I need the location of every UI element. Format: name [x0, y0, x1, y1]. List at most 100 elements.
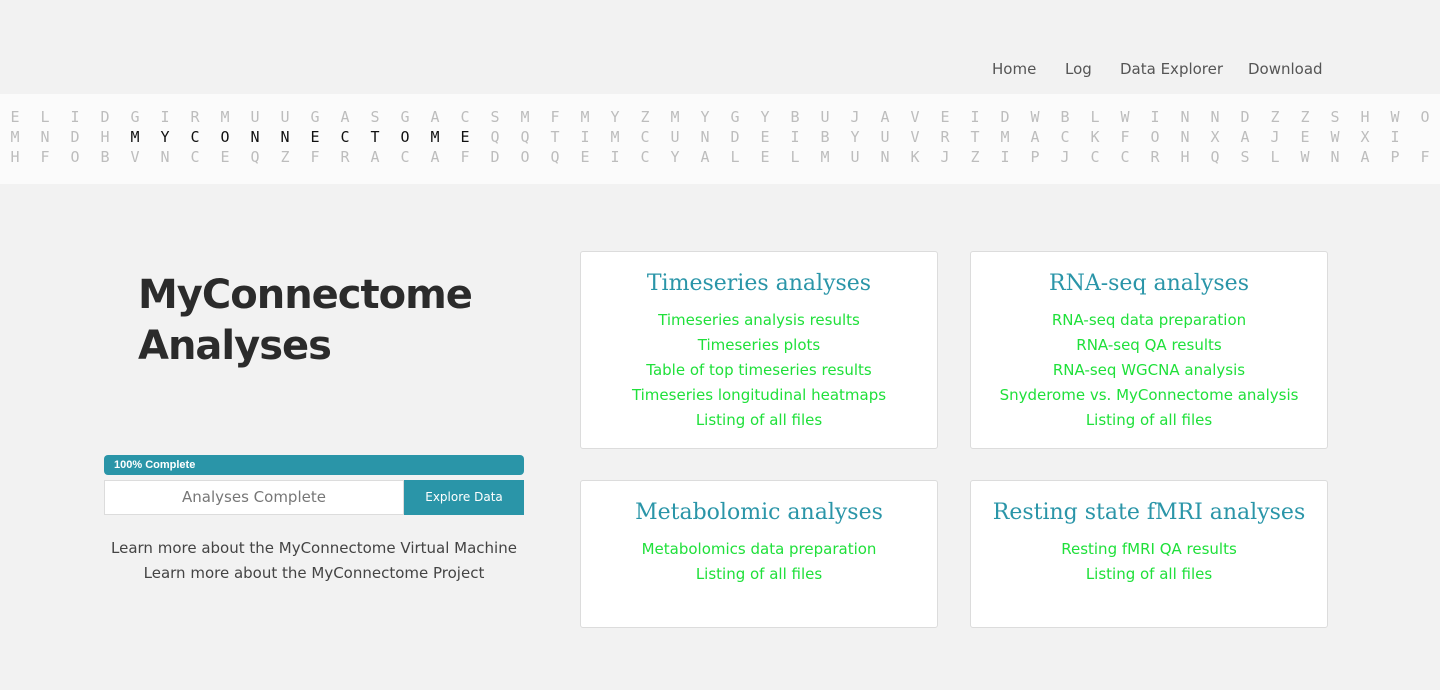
banner-letter: U — [820, 108, 830, 126]
banner-letter: U — [880, 128, 890, 146]
banner-letter: D — [1000, 108, 1010, 126]
card-title: Resting state fMRI analyses — [992, 500, 1306, 525]
banner-letter: E — [580, 148, 590, 166]
banner-letter: N — [160, 148, 170, 166]
banner-letter: Q — [1210, 148, 1220, 166]
banner-letter: W — [1330, 128, 1340, 146]
banner-letter: A — [880, 108, 890, 126]
banner-letter: O — [220, 128, 230, 146]
banner-letter: J — [850, 108, 860, 126]
nav-download[interactable]: Download — [1248, 60, 1323, 78]
banner-letter: Q — [550, 148, 560, 166]
explore-data-button[interactable]: Explore Data — [404, 480, 524, 515]
card-link[interactable]: Timeseries analysis results — [581, 308, 937, 333]
card-link[interactable]: Listing of all files — [971, 408, 1327, 433]
banner-letter: D — [490, 148, 500, 166]
banner-letter: A — [370, 148, 380, 166]
card-link[interactable]: Listing of all files — [581, 562, 937, 587]
banner-letter: I — [160, 108, 170, 126]
banner-letter: E — [460, 128, 470, 146]
banner-letter: E — [10, 108, 20, 126]
banner-letter: A — [1360, 148, 1370, 166]
banner-letter: C — [1090, 148, 1100, 166]
card-title: RNA-seq analyses — [1049, 271, 1249, 296]
banner-letter: S — [370, 108, 380, 126]
card-link[interactable]: Listing of all files — [971, 562, 1327, 587]
banner-letter: U — [670, 128, 680, 146]
banner-letter: N — [40, 128, 50, 146]
card-link[interactable]: Timeseries longitudinal heatmaps — [581, 383, 937, 408]
banner-letter: P — [1030, 148, 1040, 166]
page-title-line: Analyses — [138, 323, 332, 369]
card-timeseries: Timeseries analyses Timeseries analysis … — [580, 251, 938, 449]
card-link[interactable]: Snyderome vs. MyConnectome analysis — [971, 383, 1327, 408]
learn-vm-link[interactable]: Learn more about the MyConnectome Virtua… — [104, 539, 524, 557]
banner-letter: Q — [490, 128, 500, 146]
card-resting-fmri: Resting state fMRI analyses Resting fMRI… — [970, 480, 1328, 628]
banner-letter: G — [130, 108, 140, 126]
banner-letter: M — [1000, 128, 1010, 146]
card-link[interactable]: Metabolomics data preparation — [581, 537, 937, 562]
banner-row: HFOBVNCEQZFRACAFDOQEICYALELMUNKJZIPJCCRH… — [0, 147, 1440, 167]
card-title: Timeseries analyses — [646, 271, 872, 296]
page-title-line: MyConnectome — [138, 272, 473, 318]
banner-letter: T — [970, 128, 980, 146]
banner-letter: Y — [760, 108, 770, 126]
banner-letter: F — [1120, 128, 1130, 146]
banner-letter: Z — [1300, 108, 1310, 126]
banner-letter: N — [1180, 108, 1190, 126]
card-link[interactable]: RNA-seq data preparation — [971, 308, 1327, 333]
banner-letter: S — [1330, 108, 1340, 126]
banner-letter: H — [100, 128, 110, 146]
banner-letter: E — [310, 128, 320, 146]
banner-letter: K — [910, 148, 920, 166]
nav-home[interactable]: Home — [992, 60, 1036, 78]
banner-letter: T — [370, 128, 380, 146]
banner-letter: V — [910, 108, 920, 126]
progress-bar: 100% Complete — [104, 455, 524, 475]
banner-letter: F — [460, 148, 470, 166]
banner-letter: E — [760, 148, 770, 166]
banner-letter: T — [550, 128, 560, 146]
banner-letter: C — [190, 148, 200, 166]
banner-letter: L — [1090, 108, 1100, 126]
banner-letter: H — [1180, 148, 1190, 166]
banner-letter: W — [1030, 108, 1040, 126]
banner-letter: B — [1060, 108, 1070, 126]
banner-letter: A — [430, 108, 440, 126]
banner-letter: E — [940, 108, 950, 126]
card-link[interactable]: Listing of all files — [581, 408, 937, 433]
banner-letter: Y — [700, 108, 710, 126]
banner-letter: C — [1060, 128, 1070, 146]
banner-letter: E — [1300, 128, 1310, 146]
banner-letter: Q — [520, 128, 530, 146]
banner-letter: R — [940, 128, 950, 146]
banner-letter: M — [670, 108, 680, 126]
learn-project-link[interactable]: Learn more about the MyConnectome Projec… — [104, 564, 524, 582]
banner-letter: L — [790, 148, 800, 166]
banner-letter: W — [1300, 148, 1310, 166]
banner-letter: D — [100, 108, 110, 126]
banner-row: ELIDGIRMUUGASGACSMFMYZMYGYBUJAVEIDWBLWIN… — [0, 107, 1440, 127]
banner-letter: L — [730, 148, 740, 166]
card-link[interactable]: Table of top timeseries results — [581, 358, 937, 383]
nav-data-explorer[interactable]: Data Explorer — [1120, 60, 1223, 78]
banner-letter: C — [460, 108, 470, 126]
banner-letter: O — [70, 148, 80, 166]
banner-letter: I — [580, 128, 590, 146]
banner-letter: I — [1150, 108, 1160, 126]
nav-log[interactable]: Log — [1065, 60, 1092, 78]
banner-letter: C — [640, 128, 650, 146]
banner-letter: J — [1060, 148, 1070, 166]
banner-letter: C — [640, 148, 650, 166]
card-link[interactable]: RNA-seq QA results — [971, 333, 1327, 358]
banner-letter: A — [340, 108, 350, 126]
banner-letter: G — [310, 108, 320, 126]
card-link[interactable]: RNA-seq WGCNA analysis — [971, 358, 1327, 383]
card-link[interactable]: Timeseries plots — [581, 333, 937, 358]
card-link[interactable]: Resting fMRI QA results — [971, 537, 1327, 562]
banner-letter: D — [1240, 108, 1250, 126]
banner-letter: F — [550, 108, 560, 126]
banner-letter: N — [1330, 148, 1340, 166]
banner-letter: I — [610, 148, 620, 166]
